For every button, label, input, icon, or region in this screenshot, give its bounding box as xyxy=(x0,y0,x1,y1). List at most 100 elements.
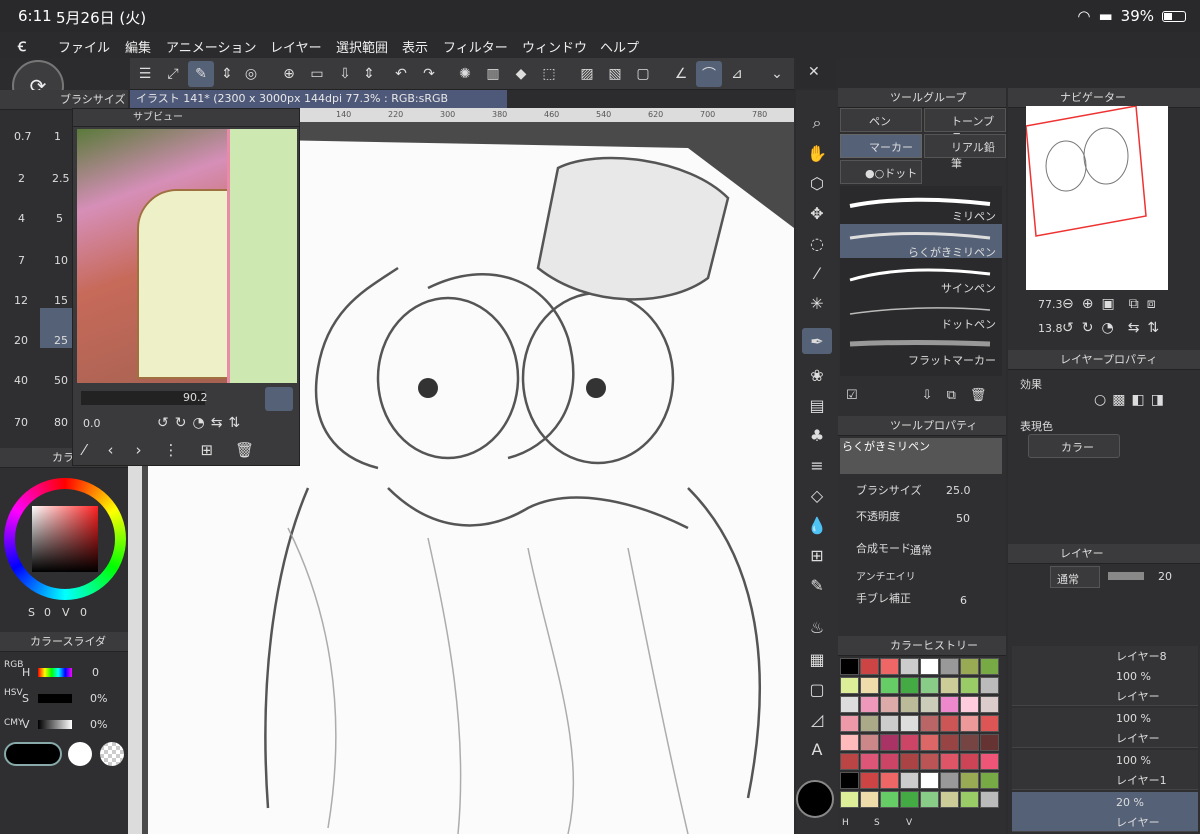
eraser-icon[interactable]: ◇ xyxy=(802,482,832,508)
color-swatch[interactable] xyxy=(840,772,859,789)
brush-size-3[interactable]: 2.5 xyxy=(52,172,70,185)
brush-size-11[interactable]: 25 xyxy=(54,334,68,347)
color-swatch[interactable] xyxy=(880,677,899,694)
brush-size-1[interactable]: 1 xyxy=(54,130,61,143)
loading-icon[interactable]: ✺ xyxy=(452,61,478,87)
brush-item[interactable]: ミリペン xyxy=(840,188,1002,223)
color-swatch[interactable] xyxy=(900,696,919,713)
border-effect-icon[interactable]: ○ xyxy=(1094,392,1106,408)
reset-rotation-icon[interactable]: ◔ xyxy=(1101,320,1113,336)
sub-color-chip[interactable] xyxy=(68,742,92,766)
color-swatch[interactable] xyxy=(980,677,999,694)
ruler-icon[interactable]: ∠ xyxy=(668,61,694,87)
color-swatch[interactable] xyxy=(960,658,979,675)
zoom-in-icon[interactable]: ⊕ xyxy=(1082,296,1094,312)
color-swatch[interactable] xyxy=(920,715,939,732)
rotate-left-icon[interactable]: ↺ xyxy=(157,415,169,431)
color-swatch[interactable] xyxy=(960,696,979,713)
rotate-cw-icon[interactable]: ↻ xyxy=(1082,320,1094,336)
pencil-icon[interactable]: ✎ xyxy=(802,572,832,598)
color-swatch[interactable] xyxy=(980,734,999,751)
color-swatch[interactable] xyxy=(860,772,879,789)
menu-animation[interactable]: アニメーション xyxy=(166,37,256,56)
color-swatch[interactable] xyxy=(900,677,919,694)
prev-icon[interactable]: ‹ xyxy=(108,441,114,459)
color-swatch[interactable] xyxy=(980,696,999,713)
layer-row[interactable]: 100 % レイヤー1 xyxy=(1012,750,1198,790)
eyedropper-icon[interactable]: ⁄ xyxy=(83,441,86,459)
menu-help[interactable]: ヘルプ xyxy=(600,37,639,56)
transparent-color-chip[interactable] xyxy=(100,742,124,766)
brush-size-0[interactable]: 0.7 xyxy=(14,130,32,143)
color-swatch[interactable] xyxy=(980,753,999,770)
slider-v-track[interactable] xyxy=(38,720,72,729)
flip-v-icon-2[interactable]: ⇅ xyxy=(1147,320,1159,336)
brush-copy-icon[interactable]: ⧉ xyxy=(947,388,956,403)
grid-tool-icon[interactable]: ⊞ xyxy=(802,542,832,568)
redo-icon[interactable]: ↷ xyxy=(416,61,442,87)
color-swatch[interactable] xyxy=(880,753,899,770)
color-swatch[interactable] xyxy=(920,753,939,770)
lines-icon[interactable]: ≡ xyxy=(802,452,832,478)
color-swatch[interactable] xyxy=(940,715,959,732)
grid-icon[interactable]: ⋮ xyxy=(164,441,179,459)
actual-size-icon[interactable]: ⧉ xyxy=(1129,296,1139,312)
color-swatch[interactable] xyxy=(940,791,959,808)
brush-size-13[interactable]: 50 xyxy=(54,374,68,387)
layer-row[interactable]: 100 % レイヤー xyxy=(1012,666,1198,706)
color-swatch[interactable] xyxy=(940,696,959,713)
tool-dot[interactable]: ●○ドット xyxy=(840,160,922,184)
color-swatch[interactable] xyxy=(940,658,959,675)
color-swatch[interactable] xyxy=(920,677,939,694)
color-swatch[interactable] xyxy=(980,658,999,675)
new-file-icon[interactable]: ⊕ xyxy=(276,61,302,87)
brush-size-10[interactable]: 20 xyxy=(14,334,28,347)
brush-size-4[interactable]: 4 xyxy=(18,212,25,225)
subview-link-button[interactable] xyxy=(265,387,293,411)
cake-icon[interactable]: ♨ xyxy=(802,614,832,640)
open-folder-icon[interactable]: ▭ xyxy=(304,61,330,87)
pen-tool-icon[interactable]: ✒ xyxy=(802,328,832,354)
tab-cmy[interactable]: CMY xyxy=(4,718,24,728)
brush-size-2[interactable]: 2 xyxy=(18,172,25,185)
color-swatch[interactable] xyxy=(920,772,939,789)
color-swatch[interactable] xyxy=(960,753,979,770)
color-swatch[interactable] xyxy=(860,791,879,808)
gradient-icon[interactable]: ▦ xyxy=(802,646,832,672)
color-square[interactable] xyxy=(32,506,98,572)
color-swatch[interactable] xyxy=(840,791,859,808)
trash-icon[interactable]: 🗑 xyxy=(235,441,254,459)
color-swatch[interactable] xyxy=(940,734,959,751)
menu-filter[interactable]: フィルター xyxy=(443,37,508,56)
expression-color-select[interactable]: カラー xyxy=(1028,434,1120,458)
brush-item[interactable]: サインペン xyxy=(840,260,1002,295)
layer-row[interactable]: 100 % レイヤー xyxy=(1012,708,1198,748)
color-swatch[interactable] xyxy=(960,677,979,694)
color-swatch[interactable] xyxy=(840,696,859,713)
tone-icon[interactable]: ▩ xyxy=(1112,392,1125,408)
rotate-ccw-icon[interactable]: ↺ xyxy=(1062,320,1074,336)
fit-window-icon[interactable]: ⧈ xyxy=(1147,296,1156,312)
updown-icon[interactable]: ⇕ xyxy=(214,61,240,87)
color-swatch[interactable] xyxy=(940,677,959,694)
clear-icon[interactable]: ▥ xyxy=(480,61,506,87)
select-area-icon[interactable]: ▢ xyxy=(630,61,656,87)
lasso-icon[interactable]: ◌ xyxy=(802,230,832,256)
rect-icon[interactable]: ▢ xyxy=(802,676,832,702)
subview-image[interactable] xyxy=(77,129,297,383)
color-swatch[interactable] xyxy=(960,734,979,751)
color-swatch[interactable] xyxy=(880,715,899,732)
color-swatch[interactable] xyxy=(840,677,859,694)
tab-rgb[interactable]: RGB xyxy=(4,660,23,670)
color-swatch[interactable] xyxy=(840,715,859,732)
chevron-down-icon[interactable]: ⌄ xyxy=(764,61,790,87)
color-swatch[interactable] xyxy=(900,791,919,808)
tool-real-pencil[interactable]: リアル鉛筆 xyxy=(924,134,1006,170)
color-swatch[interactable] xyxy=(980,772,999,789)
cube-icon[interactable]: ⬡ xyxy=(802,170,832,196)
active-color-chip[interactable] xyxy=(796,780,834,818)
updown-icon-2[interactable]: ⇕ xyxy=(356,61,382,87)
brush-size-8[interactable]: 12 xyxy=(14,294,28,307)
color-swatch[interactable] xyxy=(920,658,939,675)
color-swatch[interactable] xyxy=(880,696,899,713)
